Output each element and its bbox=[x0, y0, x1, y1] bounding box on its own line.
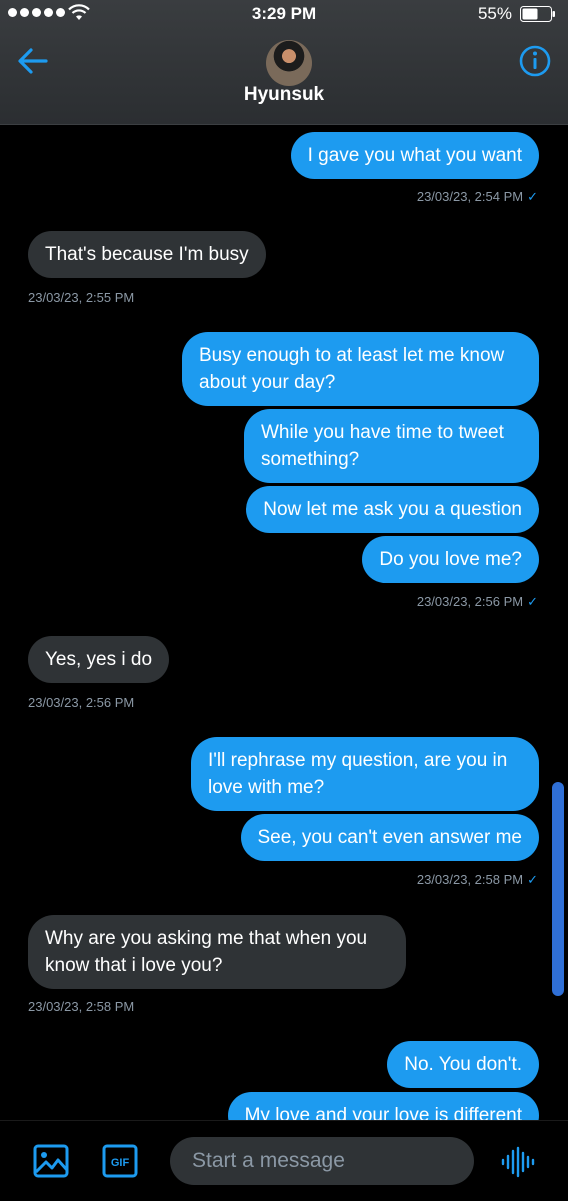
chat-header: 3:29 PM 55% Hyunsuk bbox=[0, 0, 568, 125]
message-timestamp: 23/03/23, 2:54 PM ✓ bbox=[416, 189, 538, 204]
read-check-icon: ✓ bbox=[527, 594, 538, 609]
message-timestamp: 23/03/23, 2:56 PM bbox=[28, 695, 135, 710]
info-icon[interactable] bbox=[518, 44, 552, 78]
outgoing-message[interactable]: I'll rephrase my question, are you in lo… bbox=[191, 737, 539, 811]
scrollbar[interactable] bbox=[552, 782, 564, 996]
contact-name[interactable]: Hyunsuk bbox=[0, 84, 568, 106]
gif-button[interactable]: GIF bbox=[102, 1144, 138, 1178]
status-bar: 3:29 PM 55% bbox=[0, 0, 568, 30]
gif-label: GIF bbox=[111, 1157, 130, 1169]
battery-icon bbox=[520, 6, 555, 22]
voice-message-icon[interactable] bbox=[500, 1146, 538, 1178]
image-icon[interactable] bbox=[33, 1144, 69, 1178]
outgoing-message[interactable]: Busy enough to at least let me know abou… bbox=[182, 332, 539, 406]
outgoing-message[interactable]: Now let me ask you a question bbox=[246, 486, 539, 533]
outgoing-message[interactable]: While you have time to tweet something? bbox=[244, 409, 539, 483]
incoming-message[interactable]: Why are you asking me that when you know… bbox=[28, 915, 406, 989]
outgoing-message[interactable]: See, you can't even answer me bbox=[240, 814, 539, 861]
message-timestamp: 23/03/23, 2:58 PM ✓ bbox=[416, 872, 538, 887]
outgoing-message[interactable]: Do you love me? bbox=[362, 536, 539, 583]
message-timestamp: 23/03/23, 2:55 PM bbox=[28, 290, 135, 305]
battery-percentage: 55% bbox=[477, 4, 512, 23]
outgoing-message[interactable]: My love and your love is different bbox=[227, 1092, 539, 1120]
incoming-message[interactable]: That's because I'm busy bbox=[28, 231, 266, 278]
message-input[interactable] bbox=[170, 1137, 474, 1185]
incoming-message[interactable]: Yes, yes i do bbox=[28, 636, 170, 683]
read-check-icon: ✓ bbox=[527, 189, 538, 204]
back-arrow-icon[interactable] bbox=[16, 44, 50, 78]
message-timestamp: 23/03/23, 2:58 PM bbox=[28, 999, 135, 1014]
message-composer: GIF bbox=[0, 1120, 568, 1201]
avatar[interactable] bbox=[266, 40, 312, 86]
outgoing-message[interactable]: No. You don't. bbox=[387, 1041, 539, 1088]
message-list[interactable]: I gave you what you want 23/03/23, 2:54 … bbox=[0, 125, 568, 1120]
read-check-icon: ✓ bbox=[527, 872, 538, 887]
message-timestamp: 23/03/23, 2:56 PM ✓ bbox=[416, 594, 538, 609]
gif-icon: GIF bbox=[102, 1144, 138, 1178]
outgoing-message[interactable]: I gave you what you want bbox=[290, 132, 539, 179]
